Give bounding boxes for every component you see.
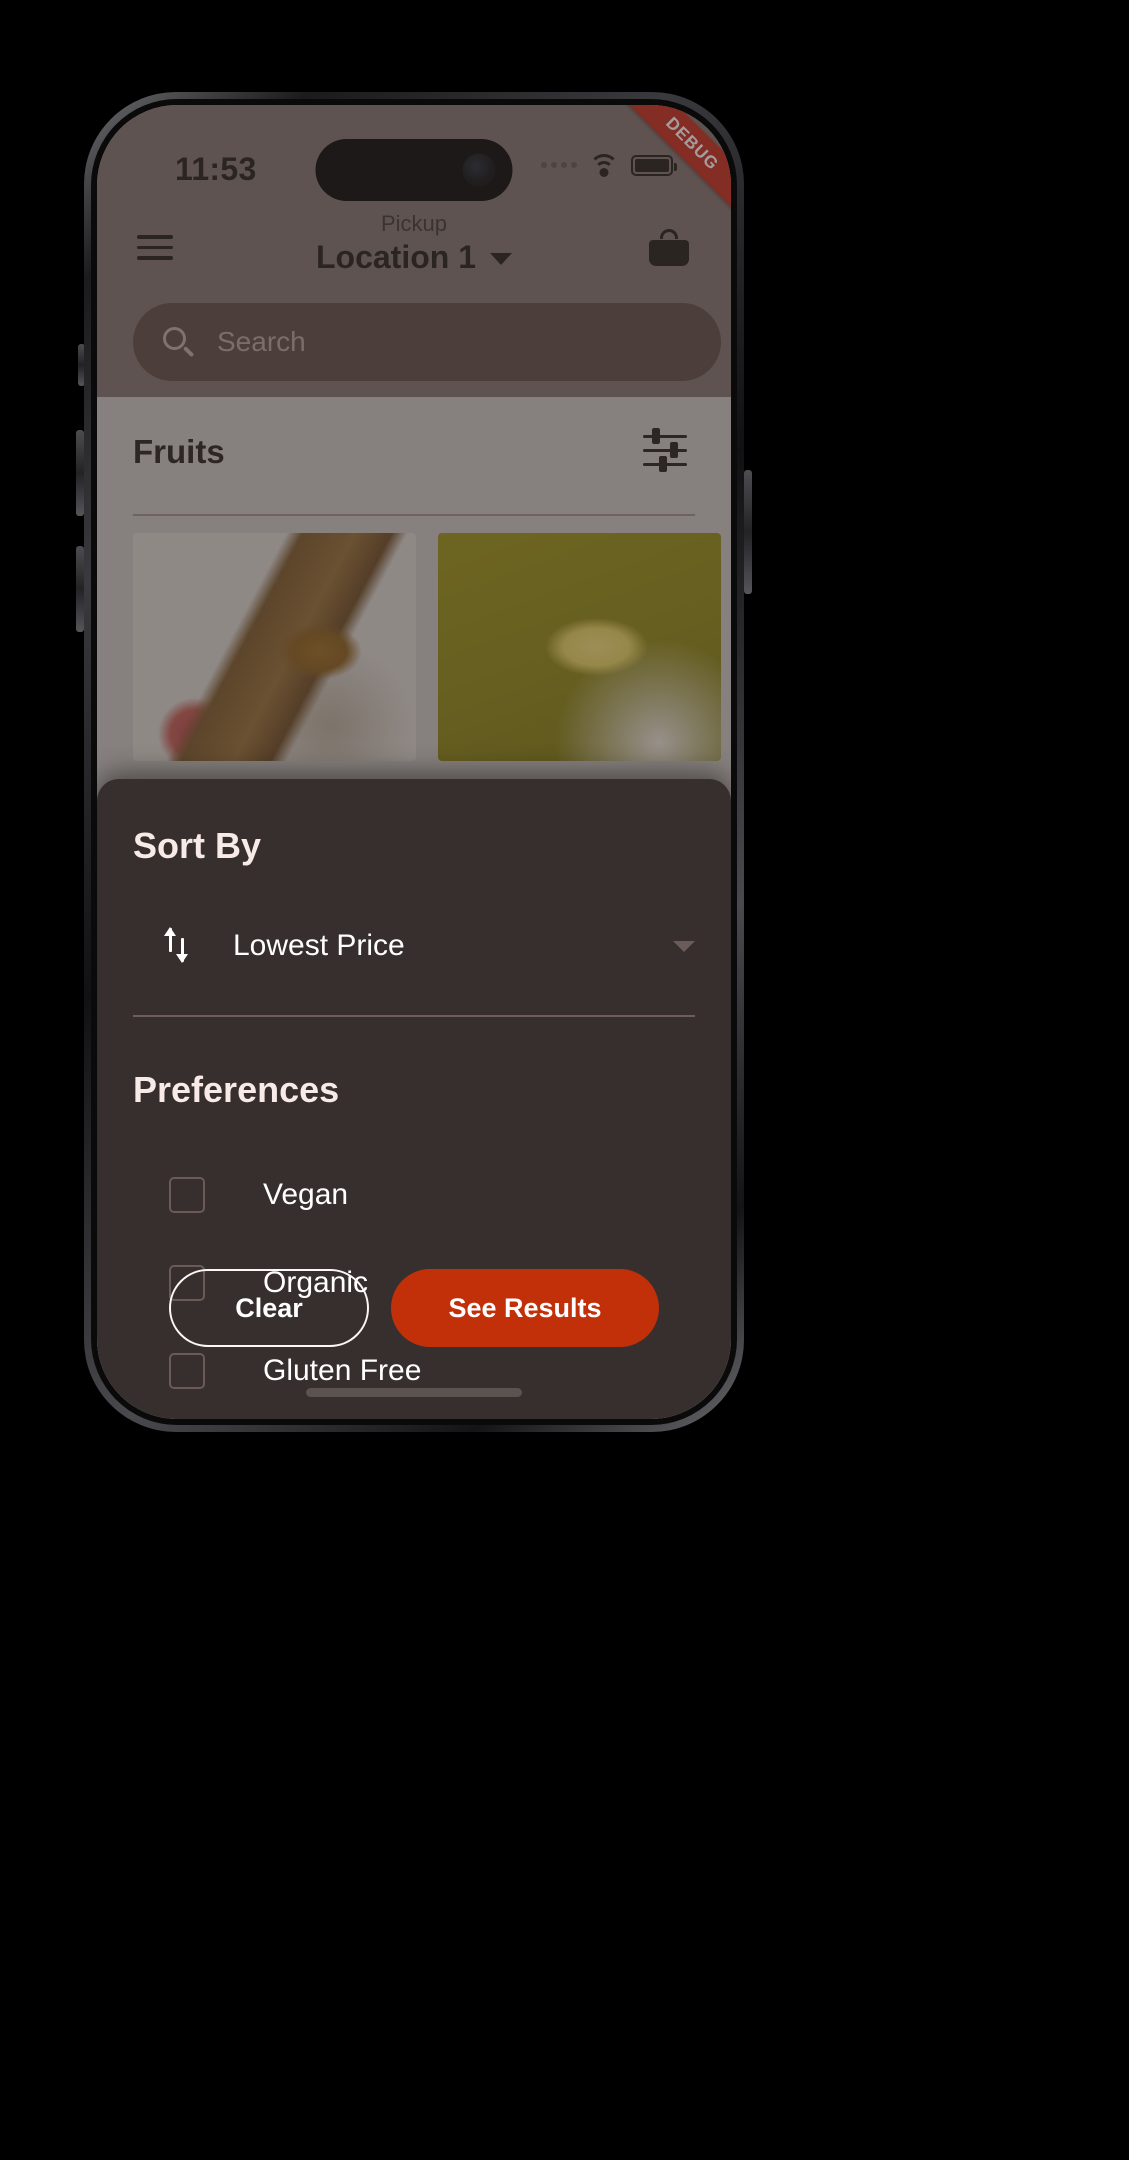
- checkbox-vegan[interactable]: [169, 1177, 205, 1213]
- caret-down-icon: [673, 940, 695, 952]
- power-button[interactable]: [744, 470, 752, 594]
- sort-selected-value: Lowest Price: [233, 929, 405, 962]
- phone-bezel: 11:53 DEBUG Pickup Location 1 Search Fru…: [91, 99, 737, 1425]
- checkbox-gluten-free[interactable]: [169, 1353, 205, 1389]
- volume-up-button[interactable]: [76, 430, 84, 516]
- phone-frame: 11:53 DEBUG Pickup Location 1 Search Fru…: [84, 92, 744, 1432]
- preferences-heading: Preferences: [133, 1069, 340, 1110]
- phone-screen: 11:53 DEBUG Pickup Location 1 Search Fru…: [97, 105, 731, 1419]
- preference-label: Vegan: [263, 1178, 349, 1211]
- see-results-button[interactable]: See Results: [391, 1269, 659, 1347]
- divider: [133, 1015, 695, 1017]
- preference-row-vegan[interactable]: Vegan: [133, 1151, 695, 1239]
- volume-down-button[interactable]: [76, 546, 84, 632]
- sort-by-heading: Sort By: [133, 825, 262, 866]
- filter-bottom-sheet: Sort By Lowest Price Preferences Vegan O…: [97, 779, 731, 1419]
- screenshot-root: 11:53 DEBUG Pickup Location 1 Search Fru…: [0, 0, 1129, 2160]
- preference-label: Gluten Free: [263, 1354, 422, 1387]
- sort-arrows-icon: [159, 926, 197, 966]
- sort-by-dropdown[interactable]: Lowest Price: [133, 907, 695, 985]
- home-indicator[interactable]: [306, 1388, 522, 1397]
- clear-button[interactable]: Clear: [169, 1269, 369, 1347]
- sheet-actions: Clear See Results: [169, 1269, 659, 1347]
